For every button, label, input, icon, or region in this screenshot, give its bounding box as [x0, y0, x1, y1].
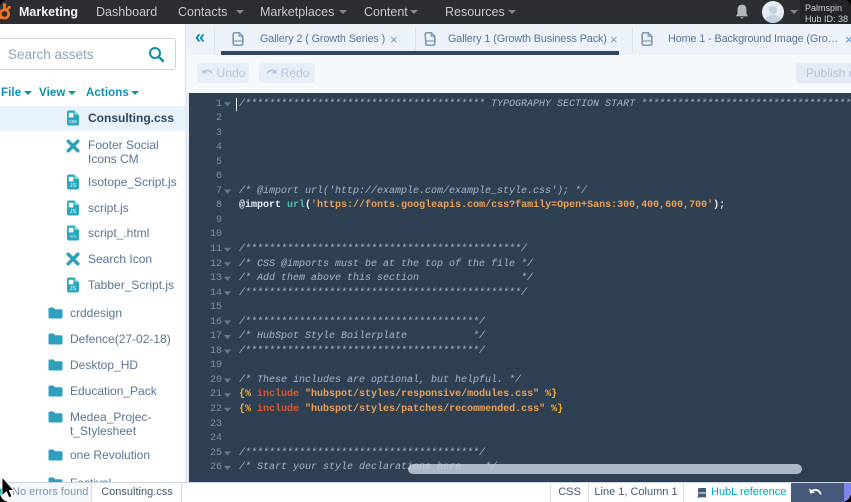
svg-text:JS: JS	[70, 209, 77, 215]
svg-text:JS: JS	[70, 286, 77, 292]
svg-text:css: css	[69, 119, 77, 125]
svg-text:</>: </>	[70, 234, 77, 239]
svg-text:JS: JS	[70, 183, 77, 189]
